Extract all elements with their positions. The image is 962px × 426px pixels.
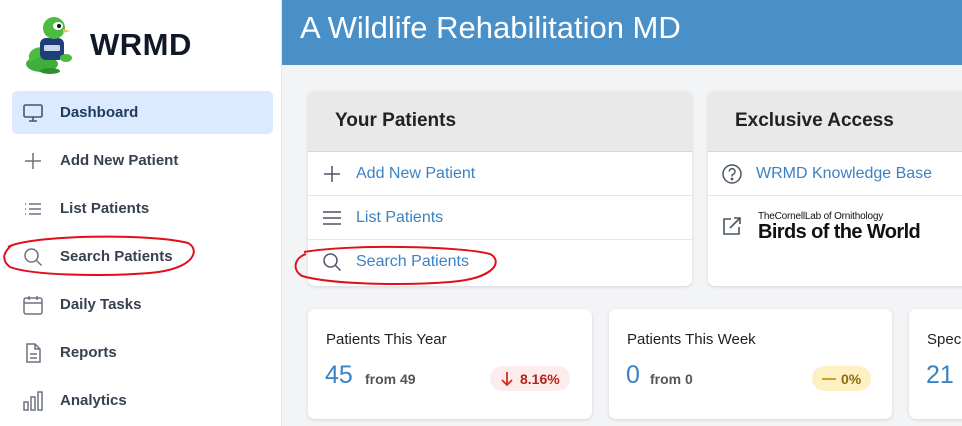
stat-from: from 0 bbox=[650, 371, 693, 387]
stat-title: Patients This Week bbox=[627, 331, 756, 348]
link-label: Search Patients bbox=[356, 253, 469, 270]
cornell-lab-text: TheCornellLab of Ornithology bbox=[758, 210, 884, 222]
calendar-icon bbox=[21, 293, 45, 317]
stat-card-species: Spec 21 bbox=[909, 309, 962, 419]
card-title: Your Patients bbox=[308, 91, 692, 152]
stat-card-patients-this-week: Patients This Week 0 from 0 0% bbox=[609, 309, 892, 419]
sidebar-item-label: Analytics bbox=[60, 392, 127, 409]
sidebar-item-analytics[interactable]: Analytics bbox=[12, 379, 273, 422]
stat-value: 0 bbox=[626, 361, 640, 389]
sidebar-item-search-patients[interactable]: Search Patients bbox=[12, 235, 273, 278]
sidebar-item-daily-tasks[interactable]: Daily Tasks bbox=[12, 283, 273, 326]
link-label: Add New Patient bbox=[356, 164, 476, 182]
monitor-icon bbox=[21, 101, 45, 125]
arrow-down-icon bbox=[501, 371, 513, 386]
sidebar-item-label: List Patients bbox=[60, 200, 150, 217]
change-value: 8.16% bbox=[520, 370, 560, 387]
dash-icon bbox=[822, 377, 836, 380]
sidebar: WRMD Dashboard Add New Patient List Pati… bbox=[0, 0, 282, 426]
change-badge: 8.16% bbox=[490, 366, 570, 391]
plus-icon bbox=[320, 162, 344, 186]
sidebar-item-add-new-patient[interactable]: Add New Patient bbox=[12, 139, 273, 182]
link-label: WRMD Knowledge Base bbox=[756, 164, 933, 182]
sidebar-item-label: Daily Tasks bbox=[60, 296, 142, 313]
brand-name: WRMD bbox=[90, 27, 192, 62]
card-title: Exclusive Access bbox=[708, 91, 962, 152]
sidebar-item-dashboard[interactable]: Dashboard bbox=[12, 91, 273, 134]
menu-icon bbox=[320, 206, 344, 230]
exclusive-access-card: Exclusive Access WRMD Knowledge Base The… bbox=[708, 91, 962, 286]
sidebar-item-label: Dashboard bbox=[60, 104, 139, 121]
stat-value: 45 bbox=[325, 361, 353, 389]
document-icon bbox=[21, 341, 45, 365]
cornell-logo: TheCornellLab of Ornithology Birds of th… bbox=[758, 210, 921, 243]
birds-of-the-world-link[interactable]: TheCornellLab of Ornithology Birds of th… bbox=[708, 196, 962, 256]
bar-chart-icon bbox=[21, 389, 45, 413]
sidebar-item-label: Add New Patient bbox=[60, 152, 179, 169]
search-icon bbox=[320, 250, 344, 274]
page-header: A Wildlife Rehabilitation MD bbox=[282, 0, 962, 65]
stat-title: Patients This Year bbox=[326, 331, 447, 348]
add-new-patient-link[interactable]: Add New Patient bbox=[308, 152, 692, 196]
wrmd-mascot-logo bbox=[26, 17, 72, 74]
search-icon bbox=[21, 245, 45, 269]
change-badge: 0% bbox=[812, 366, 872, 391]
stat-value: 21 bbox=[926, 361, 954, 389]
link-label: List Patients bbox=[356, 208, 444, 226]
sidebar-item-label: Search Patients bbox=[60, 248, 173, 265]
stat-card-patients-this-year: Patients This Year 45 from 49 8.16% bbox=[308, 309, 592, 419]
external-link-icon bbox=[720, 214, 744, 238]
page-title: A Wildlife Rehabilitation MD bbox=[300, 10, 681, 45]
change-value: 0% bbox=[841, 370, 862, 387]
plus-icon bbox=[21, 149, 45, 173]
search-patients-link[interactable]: Search Patients bbox=[308, 240, 692, 284]
sidebar-item-list-patients[interactable]: List Patients bbox=[12, 187, 273, 230]
sidebar-item-label: Reports bbox=[60, 344, 117, 361]
stat-title: Spec bbox=[927, 331, 962, 348]
stat-from: from 49 bbox=[365, 371, 416, 387]
list-icon bbox=[21, 197, 45, 221]
sidebar-item-reports[interactable]: Reports bbox=[12, 331, 273, 374]
your-patients-card: Your Patients Add New Patient List Patie… bbox=[308, 91, 692, 286]
birds-of-the-world-text: Birds of the World bbox=[758, 220, 921, 243]
sidebar-nav: Dashboard Add New Patient List Patients … bbox=[12, 91, 273, 426]
brand[interactable]: WRMD bbox=[22, 12, 192, 78]
help-circle-icon bbox=[720, 162, 744, 186]
knowledge-base-link[interactable]: WRMD Knowledge Base bbox=[708, 152, 962, 196]
list-patients-link[interactable]: List Patients bbox=[308, 196, 692, 240]
